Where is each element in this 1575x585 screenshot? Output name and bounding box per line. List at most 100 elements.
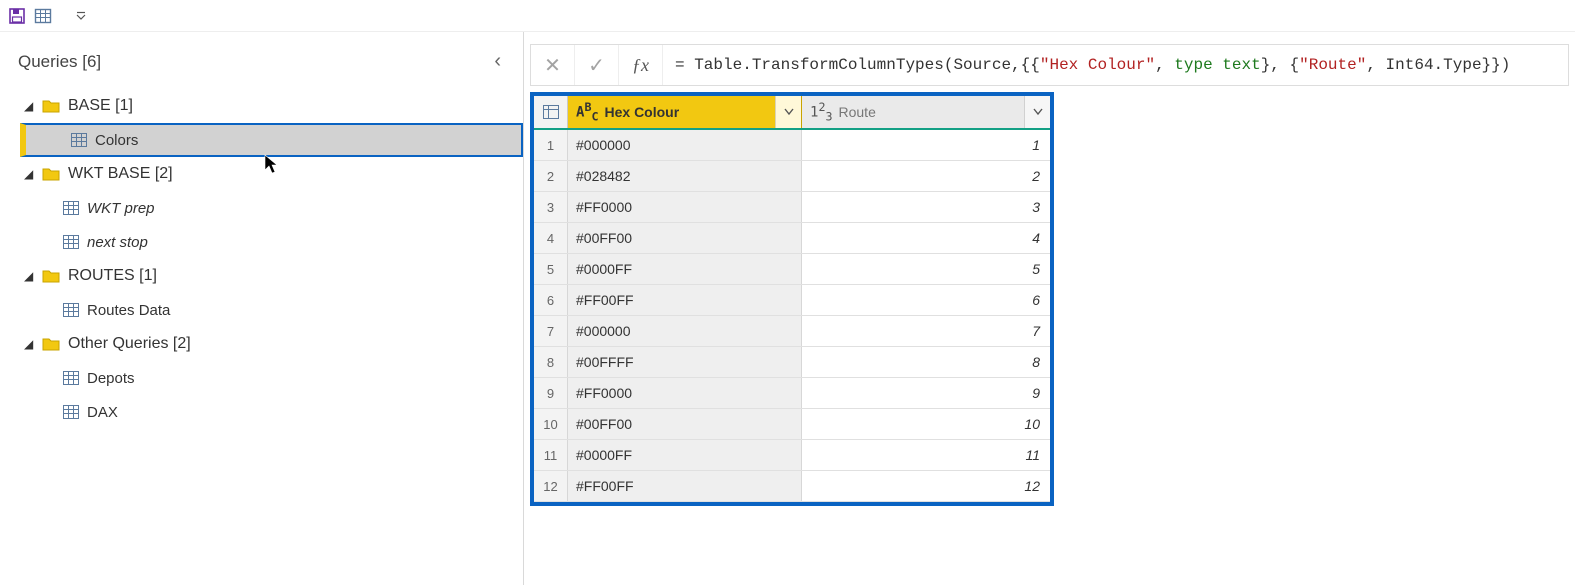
save-button[interactable] bbox=[6, 5, 28, 27]
cell-hex-colour[interactable]: #00FF00 bbox=[568, 223, 802, 253]
column-filter-button[interactable] bbox=[1024, 96, 1050, 128]
folder-other-queries[interactable]: ◢ Other Queries [2] bbox=[20, 327, 523, 361]
row-number: 10 bbox=[534, 409, 568, 439]
cell-hex-colour[interactable]: #FF00FF bbox=[568, 285, 802, 315]
column-label: Hex Colour bbox=[605, 104, 680, 120]
query-label: Colors bbox=[95, 132, 138, 149]
formula-segment: }, { bbox=[1261, 56, 1299, 74]
query-label: DAX bbox=[87, 404, 118, 421]
table-row[interactable]: 2#0284822 bbox=[534, 161, 1050, 192]
query-item-depots[interactable]: Depots bbox=[20, 361, 523, 395]
table-icon bbox=[63, 201, 79, 215]
cell-route[interactable]: 6 bbox=[802, 285, 1050, 315]
column-filter-button[interactable] bbox=[775, 96, 801, 128]
qat-customize-button[interactable] bbox=[70, 5, 92, 27]
cell-route[interactable]: 4 bbox=[802, 223, 1050, 253]
row-number: 2 bbox=[534, 161, 568, 191]
table-row[interactable]: 9#FF00009 bbox=[534, 378, 1050, 409]
fx-icon[interactable]: ƒx bbox=[619, 45, 663, 85]
formula-segment: = Table.TransformColumnTypes(Source,{{ bbox=[675, 56, 1040, 74]
folder-wkt-base[interactable]: ◢ WKT BASE [2] bbox=[20, 157, 523, 191]
cell-route[interactable]: 12 bbox=[802, 471, 1050, 501]
row-number: 12 bbox=[534, 471, 568, 501]
column-label: Route bbox=[839, 104, 876, 120]
datasheet-button[interactable] bbox=[32, 5, 54, 27]
cell-hex-colour[interactable]: #028482 bbox=[568, 161, 802, 191]
caret-down-icon: ◢ bbox=[24, 167, 34, 181]
cell-route[interactable]: 9 bbox=[802, 378, 1050, 408]
formula-text[interactable]: = Table.TransformColumnTypes(Source,{{"H… bbox=[663, 56, 1568, 74]
query-item-next-stop[interactable]: next stop bbox=[20, 225, 523, 259]
table-row[interactable]: 11#0000FF11 bbox=[534, 440, 1050, 471]
query-item-colors[interactable]: Colors bbox=[20, 123, 523, 157]
select-all-button[interactable] bbox=[534, 96, 568, 128]
cell-route[interactable]: 2 bbox=[802, 161, 1050, 191]
table-row[interactable]: 7#0000007 bbox=[534, 316, 1050, 347]
formula-segment: type text bbox=[1174, 56, 1260, 74]
cell-route[interactable]: 5 bbox=[802, 254, 1050, 284]
quick-access-toolbar bbox=[0, 0, 1575, 32]
query-label: WKT prep bbox=[87, 200, 155, 217]
collapse-panel-button[interactable]: ‹ bbox=[490, 50, 505, 73]
table-row[interactable]: 3#FF00003 bbox=[534, 192, 1050, 223]
table-row[interactable]: 4#00FF004 bbox=[534, 223, 1050, 254]
row-number: 8 bbox=[534, 347, 568, 377]
queries-panel: Queries [6] ‹ ◢ BASE [1] Colors ◢ bbox=[0, 32, 524, 585]
folder-routes[interactable]: ◢ ROUTES [1] bbox=[20, 259, 523, 293]
query-item-routes-data[interactable]: Routes Data bbox=[20, 293, 523, 327]
table-icon bbox=[71, 133, 87, 147]
table-icon bbox=[63, 371, 79, 385]
folder-icon bbox=[42, 98, 60, 114]
folder-icon bbox=[42, 268, 60, 284]
cell-route[interactable]: 7 bbox=[802, 316, 1050, 346]
formula-bar: ✕ ✓ ƒx = Table.TransformColumnTypes(Sour… bbox=[530, 44, 1569, 86]
cell-hex-colour[interactable]: #FF0000 bbox=[568, 378, 802, 408]
cell-hex-colour[interactable]: #FF00FF bbox=[568, 471, 802, 501]
cell-hex-colour[interactable]: #0000FF bbox=[568, 440, 802, 470]
cell-route[interactable]: 1 bbox=[802, 130, 1050, 160]
caret-down-icon: ◢ bbox=[24, 337, 34, 351]
table-row[interactable]: 5#0000FF5 bbox=[534, 254, 1050, 285]
row-number: 5 bbox=[534, 254, 568, 284]
accept-formula-button[interactable]: ✓ bbox=[575, 45, 619, 85]
folder-label: WKT BASE [2] bbox=[68, 165, 173, 183]
table-icon bbox=[63, 235, 79, 249]
formula-segment: "Route" bbox=[1299, 56, 1366, 74]
table-row[interactable]: 6#FF00FF6 bbox=[534, 285, 1050, 316]
cell-hex-colour[interactable]: #000000 bbox=[568, 316, 802, 346]
table-row[interactable]: 8#00FFFF8 bbox=[534, 347, 1050, 378]
editor-area: ✕ ✓ ƒx = Table.TransformColumnTypes(Sour… bbox=[524, 32, 1575, 585]
folder-base[interactable]: ◢ BASE [1] bbox=[20, 89, 523, 123]
cell-route[interactable]: 8 bbox=[802, 347, 1050, 377]
cell-hex-colour[interactable]: #00FFFF bbox=[568, 347, 802, 377]
formula-segment: "Hex Colour" bbox=[1040, 56, 1155, 74]
grid-body: 1#00000012#02848223#FF000034#00FF0045#00… bbox=[534, 130, 1050, 502]
cell-route[interactable]: 10 bbox=[802, 409, 1050, 439]
query-label: Depots bbox=[87, 370, 135, 387]
data-grid: ABC Hex Colour 123 Route 1#00000012#0284… bbox=[530, 92, 1054, 506]
query-item-dax[interactable]: DAX bbox=[20, 395, 523, 429]
cell-route[interactable]: 3 bbox=[802, 192, 1050, 222]
column-header-hex-colour[interactable]: ABC Hex Colour bbox=[568, 96, 802, 128]
cell-route[interactable]: 11 bbox=[802, 440, 1050, 470]
cell-hex-colour[interactable]: #000000 bbox=[568, 130, 802, 160]
folder-label: ROUTES [1] bbox=[68, 267, 157, 285]
formula-segment: , Int64.Type}}) bbox=[1366, 56, 1510, 74]
grid-header: ABC Hex Colour 123 Route bbox=[534, 96, 1050, 130]
type-number-icon: 123 bbox=[802, 100, 839, 123]
table-row[interactable]: 10#00FF0010 bbox=[534, 409, 1050, 440]
table-icon bbox=[63, 303, 79, 317]
table-row[interactable]: 12#FF00FF12 bbox=[534, 471, 1050, 502]
queries-panel-title: Queries [6] bbox=[18, 52, 101, 72]
row-number: 7 bbox=[534, 316, 568, 346]
cancel-formula-button[interactable]: ✕ bbox=[531, 45, 575, 85]
table-icon bbox=[63, 405, 79, 419]
cell-hex-colour[interactable]: #0000FF bbox=[568, 254, 802, 284]
queries-tree: ◢ BASE [1] Colors ◢ WKT BASE [2] bbox=[0, 89, 523, 429]
cell-hex-colour[interactable]: #FF0000 bbox=[568, 192, 802, 222]
query-item-wkt-prep[interactable]: WKT prep bbox=[20, 191, 523, 225]
cell-hex-colour[interactable]: #00FF00 bbox=[568, 409, 802, 439]
table-row[interactable]: 1#0000001 bbox=[534, 130, 1050, 161]
column-header-route[interactable]: 123 Route bbox=[802, 96, 1050, 128]
type-text-icon: ABC bbox=[568, 100, 605, 123]
